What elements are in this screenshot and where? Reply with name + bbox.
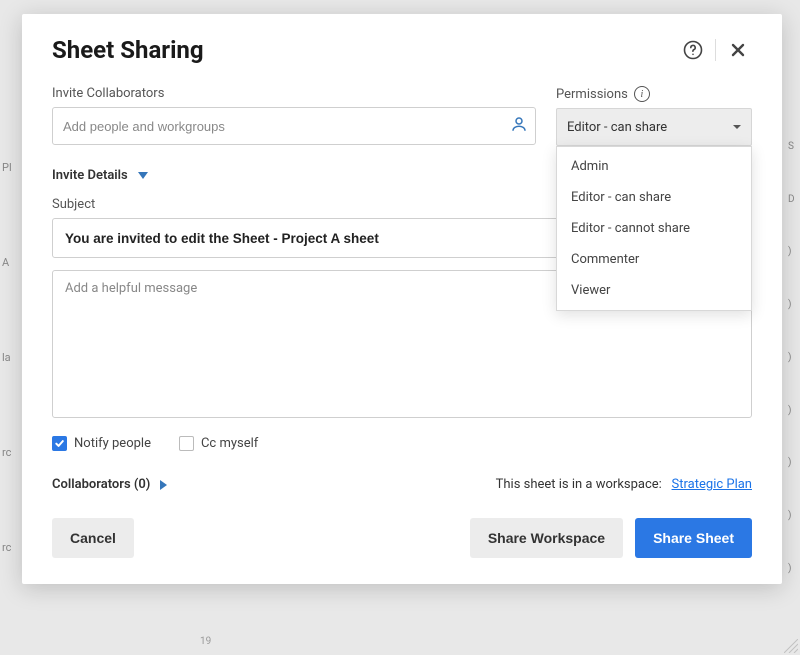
permissions-dropdown: Admin Editor - can share Editor - cannot… <box>556 146 752 311</box>
permissions-label: Permissions i <box>556 86 752 102</box>
resize-handle-icon[interactable] <box>784 639 798 653</box>
triangle-right-icon <box>160 480 167 490</box>
cc-label: Cc myself <box>201 436 258 451</box>
share-sheet-button[interactable]: Share Sheet <box>635 518 752 558</box>
info-icon[interactable]: i <box>634 86 650 102</box>
permission-option-editor-share[interactable]: Editor - can share <box>557 182 751 213</box>
help-icon[interactable] <box>679 36 707 64</box>
close-icon[interactable] <box>724 36 752 64</box>
permissions-selected: Editor - can share <box>567 120 667 135</box>
invite-label: Invite Collaborators <box>52 86 536 101</box>
permission-option-admin[interactable]: Admin <box>557 151 751 182</box>
invite-input[interactable] <box>52 107 536 145</box>
permission-option-commenter[interactable]: Commenter <box>557 244 751 275</box>
notify-checkbox[interactable]: Notify people <box>52 436 151 451</box>
permission-option-editor-noshare[interactable]: Editor - cannot share <box>557 213 751 244</box>
cc-checkbox[interactable]: Cc myself <box>179 436 258 451</box>
workspace-link[interactable]: Strategic Plan <box>672 477 752 492</box>
permission-option-viewer[interactable]: Viewer <box>557 275 751 306</box>
workspace-note: This sheet is in a workspace: Strategic … <box>496 477 752 492</box>
chevron-down-icon <box>733 125 741 129</box>
invite-details-label: Invite Details <box>52 168 128 183</box>
person-icon[interactable] <box>510 115 528 137</box>
cancel-button[interactable]: Cancel <box>52 518 134 558</box>
collaborators-toggle[interactable]: Collaborators (0) <box>52 477 167 492</box>
triangle-down-icon <box>138 172 148 179</box>
modal-title: Sheet Sharing <box>52 36 204 64</box>
permissions-select[interactable]: Editor - can share <box>556 108 752 146</box>
share-workspace-button[interactable]: Share Workspace <box>470 518 623 558</box>
collaborators-label: Collaborators (0) <box>52 477 150 492</box>
sheet-sharing-modal: Sheet Sharing Invite Collaborators <box>22 14 782 584</box>
notify-label: Notify people <box>74 436 151 451</box>
